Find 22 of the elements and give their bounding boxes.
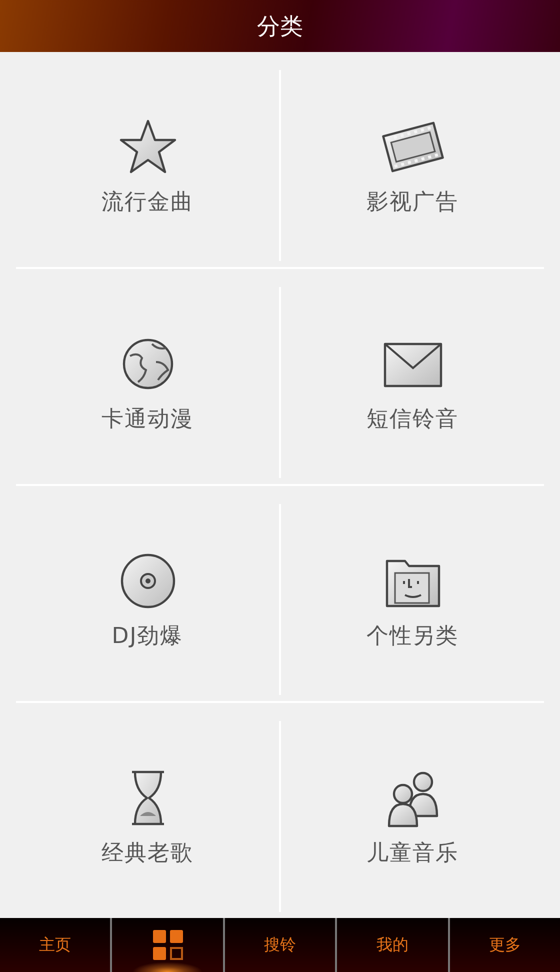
- category-tile[interactable]: 卡通动漫: [16, 287, 281, 478]
- category-label: 儿童音乐: [366, 840, 458, 868]
- grid-icon: [152, 930, 183, 960]
- category-label: 流行金曲: [102, 188, 194, 216]
- category-label: 影视广告: [366, 188, 458, 216]
- tab[interactable]: 我的: [335, 918, 448, 972]
- category-tile[interactable]: 经典老歌: [16, 721, 281, 912]
- category-tile[interactable]: DJ劲爆: [16, 504, 281, 695]
- category-label: 经典老歌: [102, 840, 194, 868]
- category-tile[interactable]: 流行金曲: [16, 70, 281, 261]
- category-label: 卡通动漫: [102, 406, 194, 434]
- category-label: 短信铃音: [366, 406, 458, 434]
- category-tile[interactable]: 短信铃音: [281, 287, 544, 478]
- tab[interactable]: 更多: [448, 918, 560, 972]
- page-title: 分类: [257, 12, 303, 42]
- category-tile[interactable]: 个性另类: [281, 504, 544, 695]
- tab[interactable]: 搜铃: [222, 918, 336, 972]
- category-tile[interactable]: 影视广告: [281, 70, 544, 261]
- category-tile[interactable]: 儿童音乐: [281, 721, 544, 912]
- category-label: 个性另类: [366, 622, 458, 650]
- tab[interactable]: 主页: [0, 918, 110, 972]
- category-label: DJ劲爆: [112, 622, 184, 650]
